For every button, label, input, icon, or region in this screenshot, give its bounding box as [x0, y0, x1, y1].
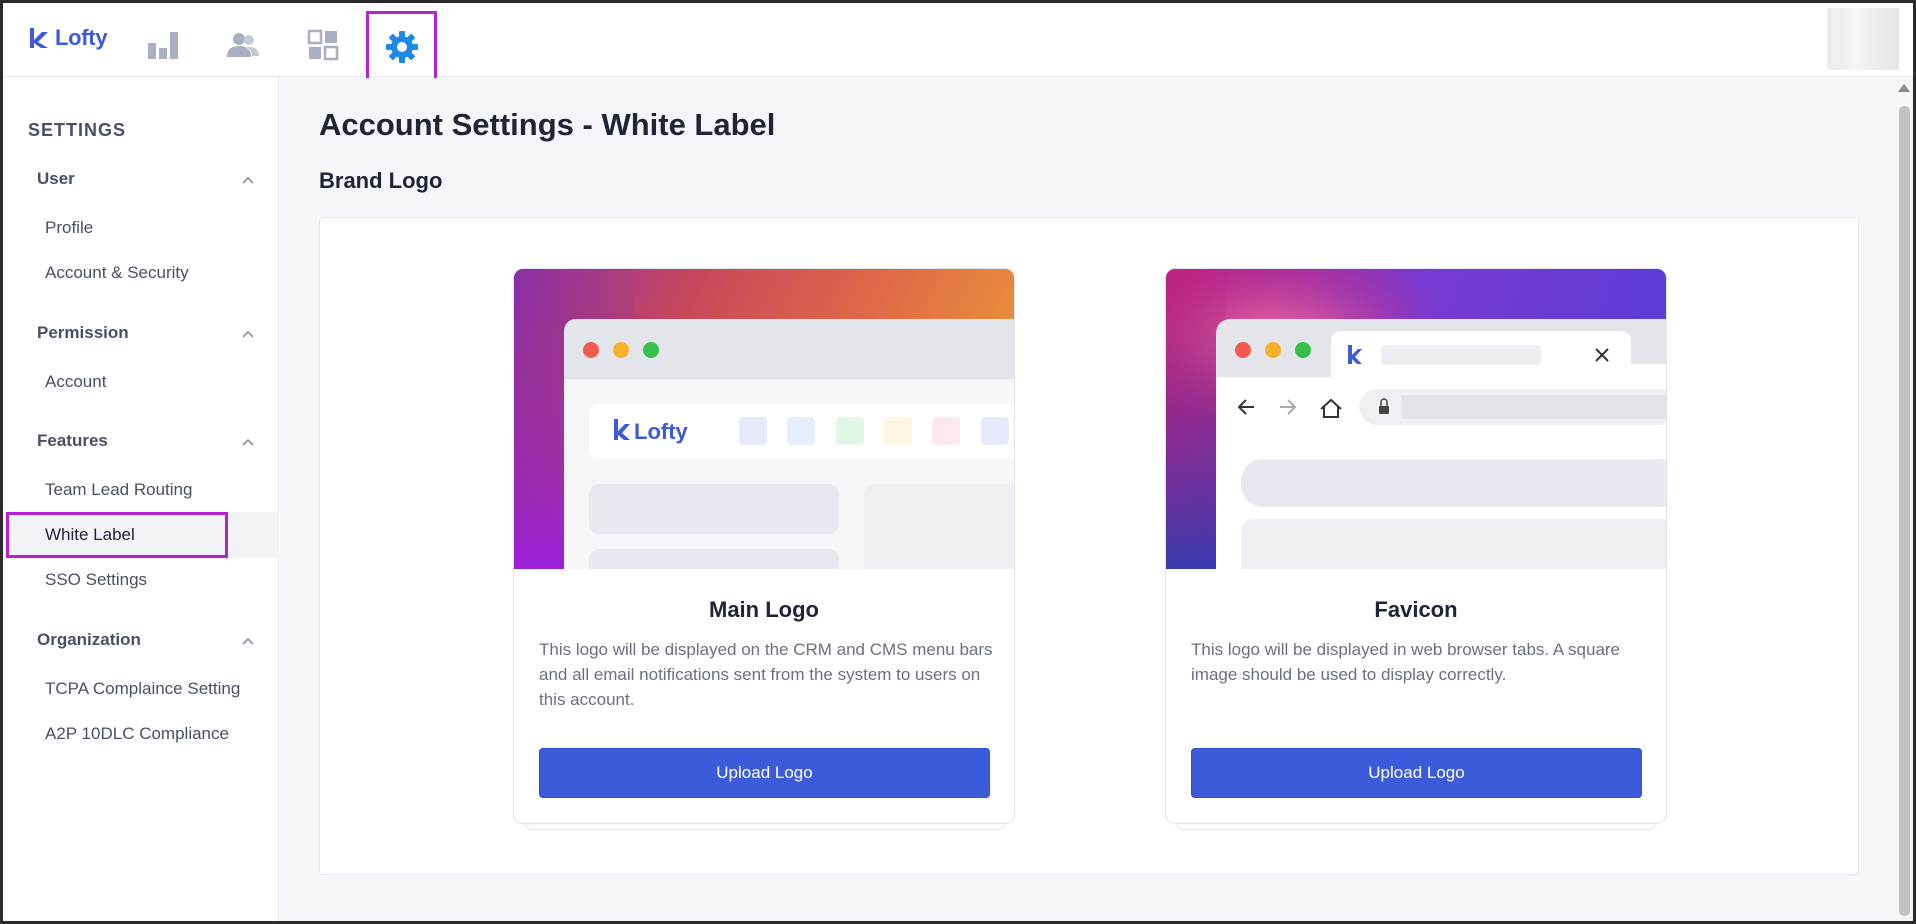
brand-logo[interactable]: Lofty [27, 25, 108, 51]
vertical-scrollbar[interactable] [1896, 78, 1913, 921]
app-window: Lofty SETTINGS User Profile Account & Se… [0, 0, 1916, 924]
settings-sidebar: SETTINGS User Profile Account & Security… [3, 78, 279, 921]
brand-logo-panel: Lofty Main Logo This logo will be displa… [319, 217, 1859, 875]
chevron-up-icon[interactable] [241, 634, 255, 648]
sidebar-item-a2p-10dlc[interactable]: A2P 10DLC Compliance [45, 724, 229, 744]
main-logo-card: Lofty Main Logo This logo will be displa… [513, 268, 1015, 824]
user-avatar[interactable] [1827, 8, 1899, 70]
sidebar-item-team-lead-routing[interactable]: Team Lead Routing [45, 480, 192, 500]
chevron-up-icon[interactable] [241, 173, 255, 187]
main-logo-preview-illustration: Lofty [514, 269, 1014, 569]
section-title: Brand Logo [319, 168, 443, 193]
sidebar-group-features[interactable]: Features [37, 431, 108, 451]
gear-icon [385, 30, 418, 63]
favicon-upload-button[interactable]: Upload Logo [1191, 748, 1642, 798]
preview-brand-text: Lofty [634, 419, 689, 444]
sidebar-group-user[interactable]: User [37, 169, 75, 189]
page-title: Account Settings - White Label [319, 107, 776, 142]
nav-people[interactable] [211, 17, 275, 73]
sidebar-item-tcpa-compliance[interactable]: TCPA Complaince Setting [45, 679, 240, 699]
nav-dashboard[interactable] [291, 17, 355, 73]
sidebar-item-white-label[interactable]: White Label [45, 525, 135, 545]
favicon-preview-illustration [1166, 269, 1666, 569]
favicon-preview [1166, 269, 1666, 569]
lofty-logo-icon [30, 28, 48, 48]
sidebar-title: SETTINGS [28, 120, 127, 140]
favicon-description: This logo will be displayed in web brows… [1191, 640, 1621, 684]
nav-settings[interactable] [366, 11, 437, 82]
scroll-thumb[interactable] [1899, 106, 1910, 916]
sidebar-item-profile[interactable]: Profile [45, 218, 93, 238]
top-navigation-bar: Lofty [3, 3, 1913, 82]
chevron-up-icon[interactable] [241, 327, 255, 341]
sidebar-group-permission[interactable]: Permission [37, 323, 129, 343]
main-logo-preview: Lofty [514, 269, 1014, 569]
people-icon [227, 33, 259, 57]
sidebar-group-organization[interactable]: Organization [37, 630, 141, 650]
main-content: Account Settings - White Label Brand Log… [280, 78, 1896, 921]
chevron-up-icon[interactable] [241, 435, 255, 449]
nav-reports[interactable] [131, 17, 195, 73]
favicon-card: Favicon This logo will be displayed in w… [1165, 268, 1667, 824]
favicon-title: Favicon [1374, 597, 1458, 622]
sidebar-item-sso-settings[interactable]: SSO Settings [45, 570, 147, 590]
sidebar-item-account-security[interactable]: Account & Security [45, 263, 189, 283]
main-logo-upload-button[interactable]: Upload Logo [539, 748, 990, 798]
scroll-up-arrow-icon[interactable] [1898, 84, 1910, 92]
bar-chart-icon [148, 32, 178, 59]
sidebar-item-account[interactable]: Account [45, 372, 106, 392]
main-logo-description: This logo will be displayed on the CRM a… [539, 640, 993, 709]
brand-name: Lofty [55, 25, 108, 50]
dashboard-grid-icon [307, 29, 339, 61]
main-logo-title: Main Logo [709, 597, 819, 622]
